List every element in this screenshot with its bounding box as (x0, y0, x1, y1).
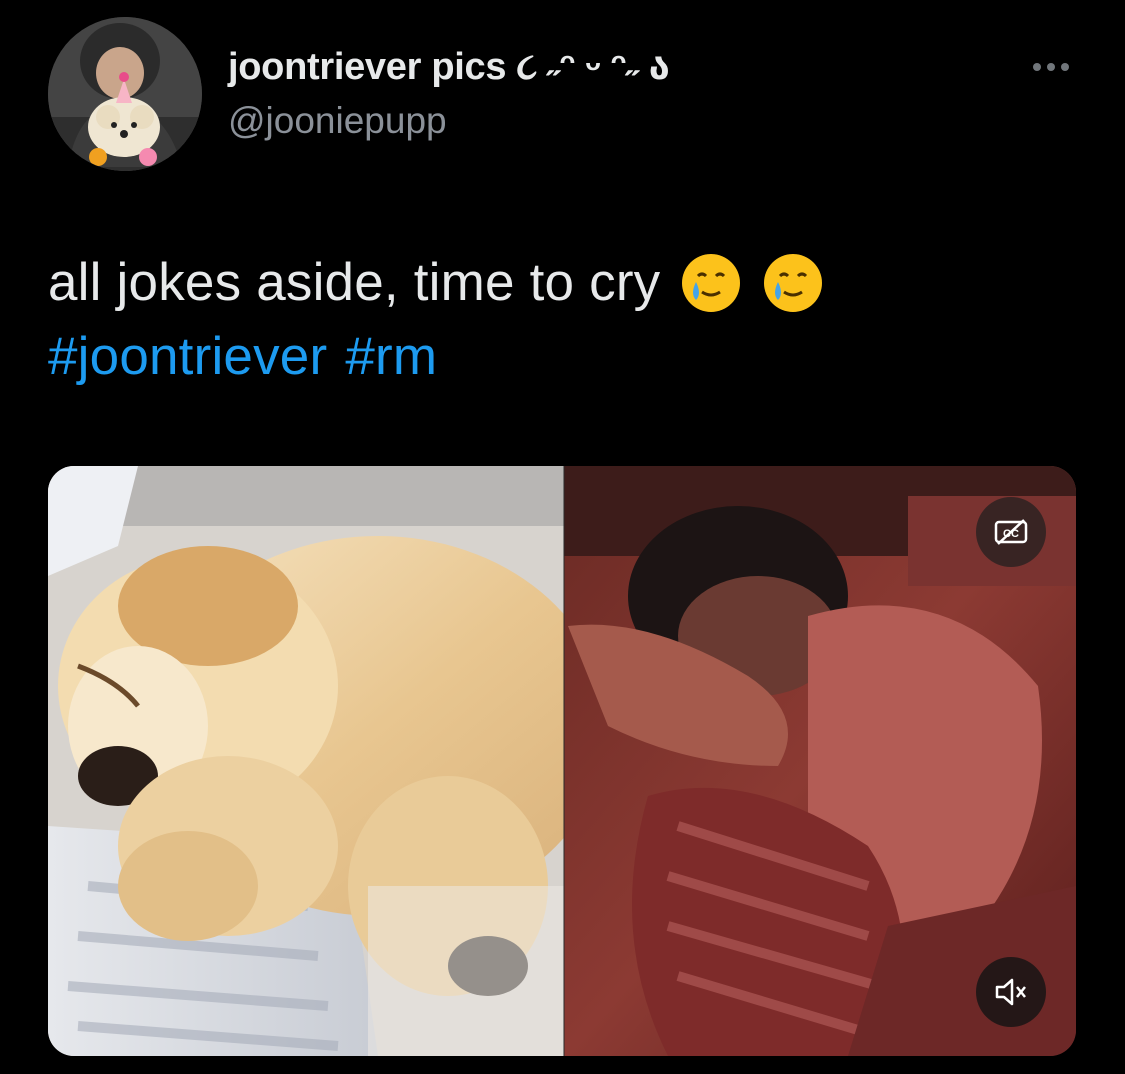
hashtag-rm[interactable]: #rm (345, 320, 437, 394)
display-name[interactable]: joontriever pics ૮ ˶ᵔ ᵕ ᵔ˶ ა (228, 44, 670, 89)
closed-captions-off-icon: CC (994, 519, 1028, 545)
hashtag-joontriever[interactable]: #joontriever (48, 320, 327, 394)
smiling-face-with-tear-icon (682, 254, 741, 312)
video-player[interactable] (48, 466, 1076, 1056)
avatar[interactable] (48, 17, 202, 171)
smiling-face-with-tear-icon (764, 254, 823, 312)
handle[interactable]: @jooniepupp (228, 100, 447, 142)
tweet-text-line: all jokes aside, time to cry (48, 246, 1088, 320)
puppy-sleeping-image (48, 466, 608, 1056)
tweet-body: all jokes aside, time to cry #joontrieve… (48, 246, 1088, 394)
more-options-dot (1047, 63, 1055, 71)
more-options-icon (1033, 63, 1041, 71)
hashtag-list: #joontriever #rm (48, 320, 1088, 394)
more-options-dot (1061, 63, 1069, 71)
captions-toggle-button[interactable]: CC (976, 497, 1046, 567)
more-options-button[interactable] (1024, 50, 1078, 84)
muted-speaker-icon (995, 978, 1026, 1006)
tweet-text: all jokes aside, time to cry (48, 253, 661, 312)
mute-toggle-button[interactable] (976, 957, 1046, 1027)
